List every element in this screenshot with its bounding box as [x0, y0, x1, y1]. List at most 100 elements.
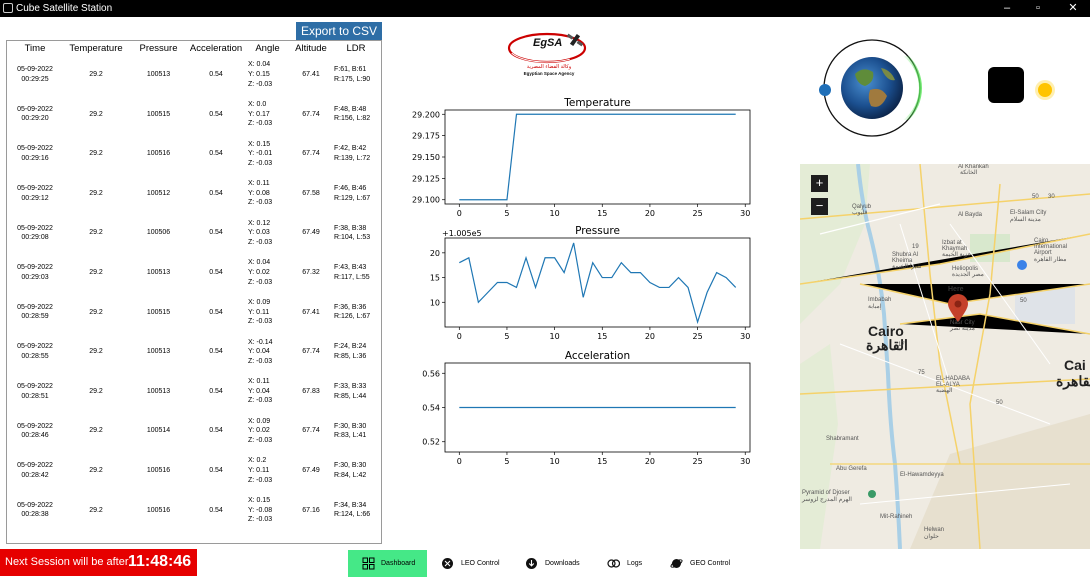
- table-row[interactable]: 05-09-2022 00:29:25 29.2 100513 0.54 X: 0.04 Y…: [7, 55, 381, 95]
- time-cell: 05-09-2022 00:29:20: [7, 95, 63, 135]
- table-row[interactable]: 05-09-2022 00:29:08 29.2 100506 0.54 X: 0.12 Y…: [7, 213, 381, 253]
- pressure-cell: 100513: [129, 253, 188, 293]
- acceleration-cell-text: 0.54: [209, 110, 223, 118]
- temperature-cell: 29.2: [63, 451, 129, 491]
- pressure-cell: 100513: [129, 332, 188, 372]
- acceleration-cell: 0.54: [188, 451, 244, 491]
- altitude-cell: 67.74: [291, 95, 331, 135]
- altitude-cell: 67.58: [291, 174, 331, 214]
- map-label-here: Here: [948, 286, 964, 293]
- table-row[interactable]: 05-09-2022 00:28:42 29.2 100516 0.54 X: 0.2 Y:…: [7, 451, 381, 491]
- temperature-cell: 29.2: [63, 134, 129, 174]
- map-view[interactable]: + − Al Khankah الخانكة Qalyub قليوب Al B…: [800, 164, 1090, 549]
- time-cell-text: 00:28:59: [21, 313, 49, 321]
- temperature-cell-text: 29.2: [89, 427, 103, 435]
- table-row[interactable]: 05-09-2022 00:29:03 29.2 100513 0.54 X: 0.04 Y…: [7, 253, 381, 293]
- ldr-cell: F:30, B:30 R:84, L:42: [331, 451, 381, 491]
- table-row[interactable]: 05-09-2022 00:29:16 29.2 100516 0.54 X: 0.15 Y…: [7, 134, 381, 174]
- pressure-cell-text: 100514: [146, 427, 171, 435]
- temperature-cell: 29.2: [63, 411, 129, 451]
- orbit-diagram: [819, 39, 922, 137]
- close-icon[interactable]: ✕: [1066, 1, 1080, 15]
- table-row[interactable]: 05-09-2022 00:28:51 29.2 100513 0.54 X: 0.11 Y…: [7, 372, 381, 412]
- altitude-cell-text: 67.49: [302, 466, 320, 474]
- map-road-label: 30: [1048, 194, 1055, 200]
- y-tick-label: 29.175: [412, 132, 440, 141]
- angle-cell-text: Z: -0.03: [248, 516, 273, 524]
- acceleration-cell: 0.54: [188, 332, 244, 372]
- acceleration-cell: 0.54: [188, 134, 244, 174]
- map-label-imbabah: Imbabah: [868, 297, 892, 303]
- acceleration-cell-text: 0.54: [209, 268, 223, 276]
- map-label-helwan-ar: حلوان: [924, 534, 939, 540]
- altitude-cell: 67.49: [291, 451, 331, 491]
- y-tick-label: 29.100: [412, 196, 440, 205]
- temperature-cell-text: 29.2: [89, 308, 103, 316]
- acceleration-cell-text: 0.54: [209, 308, 223, 316]
- map-label-cairo: Cairo: [868, 323, 904, 339]
- acceleration-cell: 0.54: [188, 491, 244, 531]
- altitude-cell-text: 67.58: [302, 189, 320, 197]
- time-cell: 05-09-2022 00:28:55: [7, 332, 63, 372]
- x-tick-label: 10: [550, 209, 560, 218]
- map-label-el-salam-ar: مدينة السلام: [1010, 217, 1041, 223]
- zoom-in-button[interactable]: +: [811, 175, 828, 192]
- ldr-cell-text: R:175, L:90: [334, 75, 371, 83]
- ldr-cell-text: F:33, B:33: [334, 382, 367, 390]
- zoom-out-button[interactable]: −: [811, 198, 828, 215]
- temperature-cell: 29.2: [63, 491, 129, 531]
- altitude-cell: 67.49: [291, 213, 331, 253]
- time-cell-text: 05-09-2022: [17, 66, 53, 74]
- nav-geo-control[interactable]: GEO Control: [669, 550, 739, 577]
- pressure-cell-text: 100513: [146, 71, 171, 78]
- time-cell-text: 05-09-2022: [17, 303, 53, 311]
- table-row[interactable]: 05-09-2022 00:29:20 29.2 100515 0.54 X: 0.0 Y:…: [7, 95, 381, 135]
- nav-downloads[interactable]: Downloads: [524, 550, 588, 577]
- altitude-cell-text: 67.16: [302, 506, 320, 514]
- cube-icon: [988, 67, 1024, 103]
- chart-acceleration: Acceleration 0 5 10 15 20 25 30 0.52 0.54 0.56: [422, 350, 751, 466]
- altitude-cell: 67.16: [291, 491, 331, 531]
- ldr-cell-text: F:46, B:46: [334, 184, 367, 192]
- angle-cell-text: Y: 0.04: [248, 348, 270, 356]
- angle-cell-text: X: -0.14: [248, 338, 273, 346]
- temperature-cell: 29.2: [63, 372, 129, 412]
- table-row[interactable]: 05-09-2022 00:28:55 29.2 100513 0.54 X: -0.14…: [7, 332, 381, 372]
- map-label-nasr-city-ar: مدينة نصر: [950, 326, 975, 332]
- ldr-cell-text: F:61, B:61: [334, 66, 367, 74]
- angle-cell: X: 0.2 Y: 0.11 Z: -0.03: [244, 451, 291, 491]
- table-row[interactable]: 05-09-2022 00:28:38 29.2 100516 0.54 X: 0.15 Y…: [7, 491, 381, 531]
- app-icon: [3, 3, 13, 13]
- nav-dashboard[interactable]: Dashboard: [348, 550, 427, 577]
- ldr-cell-text: F:43, B:43: [334, 264, 367, 272]
- angle-cell-text: Z: -0.03: [248, 436, 273, 444]
- pressure-cell: 100515: [129, 293, 188, 333]
- ldr-cell: F:36, B:36 R:126, L:67: [331, 293, 381, 333]
- pressure-cell-text: 100513: [146, 387, 171, 395]
- table-row[interactable]: 05-09-2022 00:28:59 29.2 100515 0.54 X: 0.09 Y…: [7, 293, 381, 333]
- temperature-cell: 29.2: [63, 174, 129, 214]
- maximize-icon[interactable]: ▫: [1031, 1, 1045, 15]
- chart-title: Acceleration: [565, 350, 630, 362]
- temperature-cell-text: 29.2: [89, 189, 103, 197]
- temperature-cell: 29.2: [63, 213, 129, 253]
- angle-cell: X: 0.15 Y: -0.08 Z: -0.03: [244, 491, 291, 531]
- acceleration-cell-text: 0.54: [209, 466, 223, 474]
- x-tick-label: 15: [597, 332, 607, 341]
- angle-cell: X: 0.0 Y: 0.17 Z: -0.03: [244, 95, 291, 135]
- table-row[interactable]: 05-09-2022 00:29:12 29.2 100512 0.54 X: 0.11 Y…: [7, 174, 381, 214]
- telemetry-table[interactable]: Time Temperature Pressure Acceleration Angle…: [6, 40, 382, 544]
- export-csv-button[interactable]: Export to CSV: [296, 22, 382, 40]
- angle-cell: X: -0.14 Y: 0.04 Z: -0.03: [244, 332, 291, 372]
- table-row[interactable]: 05-09-2022 00:28:46 29.2 100514 0.54 X: 0.09 Y…: [7, 411, 381, 451]
- angle-cell: X: 0.09 Y: 0.11 Z: -0.03: [244, 293, 291, 333]
- time-cell-text: 00:29:03: [21, 273, 49, 281]
- temperature-cell-text: 29.2: [89, 466, 103, 474]
- minimize-icon[interactable]: –: [1000, 1, 1014, 15]
- nav-logs[interactable]: Logs: [606, 550, 654, 577]
- acceleration-cell-text: 0.54: [209, 506, 223, 514]
- acceleration-cell-text: 0.54: [209, 71, 223, 78]
- nav-leo-control[interactable]: LEO Control: [440, 550, 510, 577]
- angle-cell-text: X: 0.12: [248, 219, 271, 227]
- pressure-cell-text: 100515: [146, 110, 171, 118]
